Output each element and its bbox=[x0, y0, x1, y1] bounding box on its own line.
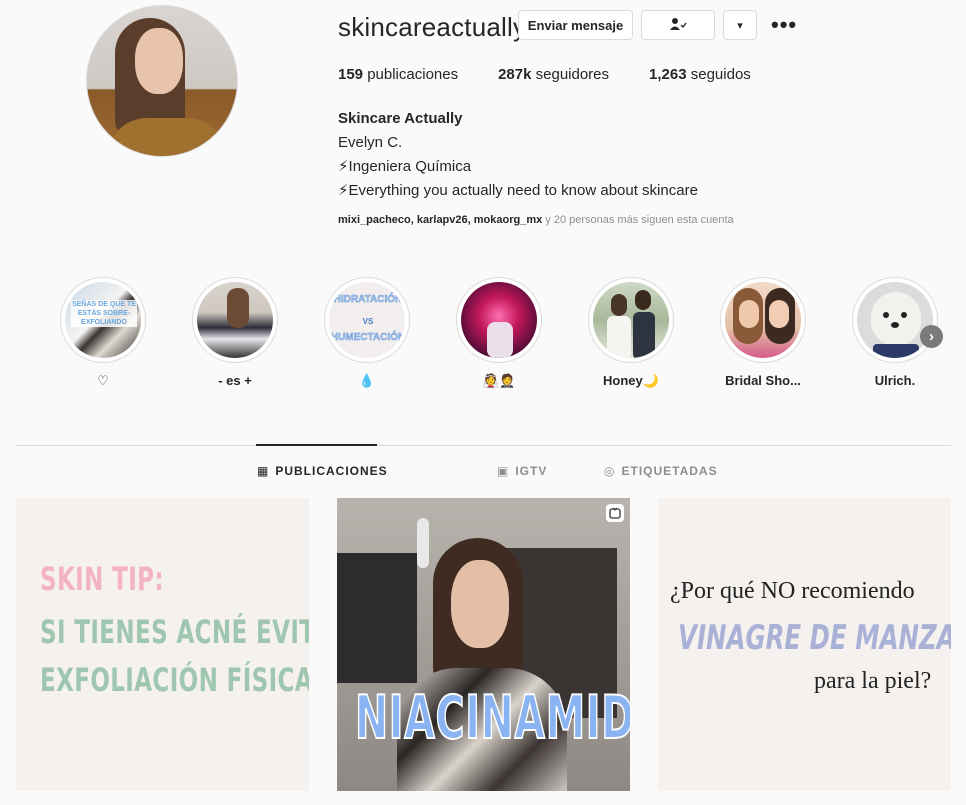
person-check-icon bbox=[669, 17, 687, 34]
chevron-right-icon: › bbox=[929, 328, 934, 345]
post-text: NIACINAMIDA bbox=[354, 682, 630, 754]
post-text: ¿Por qué NO recomiendo bbox=[670, 578, 915, 604]
followers-stat[interactable]: 287k seguidores bbox=[498, 66, 609, 83]
story-highlight[interactable]: 👰🤵 bbox=[456, 277, 542, 389]
chevron-down-icon: ▾ bbox=[737, 19, 743, 32]
story-highlight[interactable]: SEÑAS DE QUE TE ESTÁS SOBRE-EXFOLIANDO ♡ bbox=[60, 277, 146, 389]
story-label: 👰🤵 bbox=[482, 373, 516, 388]
story-label: ♡ bbox=[97, 373, 109, 388]
story-label: 💧 bbox=[358, 373, 376, 388]
story-highlight[interactable]: - es + bbox=[192, 277, 278, 388]
tab-posts[interactable]: ▦ PUBLICACIONES bbox=[257, 464, 388, 478]
story-label: - es + bbox=[218, 373, 252, 388]
tab-label: PUBLICACIONES bbox=[275, 464, 388, 478]
story-thumb-text: SEÑAS DE QUE TE ESTÁS SOBRE-EXFOLIANDO bbox=[71, 300, 137, 327]
following-stat[interactable]: 1,263 seguidos bbox=[649, 66, 751, 83]
bio-line: ⚡Ingeniera Química bbox=[338, 158, 472, 175]
story-label: Honey🌙 bbox=[603, 373, 659, 388]
more-options-icon[interactable]: ••• bbox=[771, 12, 797, 38]
tab-label: ETIQUETADAS bbox=[621, 464, 718, 478]
tab-igtv[interactable]: ▣ IGTV bbox=[497, 464, 547, 478]
tab-tagged[interactable]: ◎ ETIQUETADAS bbox=[604, 464, 718, 478]
story-highlight[interactable]: Bridal Sho... bbox=[720, 277, 806, 388]
post-text: EXFOLIACIÓN FÍSICA bbox=[40, 661, 309, 699]
profile-username: skincareactually bbox=[338, 12, 527, 42]
tab-label: IGTV bbox=[515, 464, 548, 478]
bio-line: ⚡Everything you actually need to know ab… bbox=[338, 182, 698, 199]
igtv-icon: ▣ bbox=[497, 464, 510, 478]
stories-next-button[interactable]: › bbox=[920, 325, 943, 348]
profile-avatar bbox=[86, 5, 238, 157]
story-highlight[interactable]: HIDRATACIÓN VS HUMECTACIÓN 💧 bbox=[324, 277, 410, 389]
post-thumbnail[interactable]: SKIN TIP: SI TIENES ACNÉ EVITA LA EXFOLI… bbox=[16, 498, 309, 791]
profile-stats: 159 publicaciones 287k seguidores 1,263 … bbox=[338, 66, 791, 83]
grid-icon: ▦ bbox=[257, 464, 270, 478]
story-thumb-text: VS bbox=[362, 317, 374, 326]
post-text: SKIN TIP: bbox=[40, 560, 164, 598]
posts-count-stat: 159 publicaciones bbox=[338, 66, 459, 83]
following-button[interactable] bbox=[641, 10, 715, 40]
story-highlight[interactable]: Honey🌙 bbox=[588, 277, 674, 389]
suggestions-dropdown-button[interactable]: ▾ bbox=[723, 10, 757, 40]
post-text: SI TIENES ACNÉ EVITA LA bbox=[40, 613, 309, 651]
profile-full-name: Skincare Actually bbox=[338, 110, 463, 127]
post-thumbnail[interactable]: ¿Por qué NO recomiendo VINAGRE DE MANZAN… bbox=[658, 498, 951, 791]
tabs-divider bbox=[16, 445, 951, 446]
bio-line: Evelyn C. bbox=[338, 134, 403, 151]
tagged-icon: ◎ bbox=[604, 464, 616, 478]
post-text: para la piel? bbox=[814, 668, 932, 694]
send-message-button[interactable]: Enviar mensaje bbox=[518, 10, 633, 40]
igtv-badge-icon bbox=[606, 504, 624, 522]
post-text: VINAGRE DE MANZANA bbox=[678, 618, 951, 658]
story-label: Bridal Sho... bbox=[725, 373, 801, 388]
profile-bio: Skincare Actually Evelyn C. ⚡Ingeniera Q… bbox=[338, 107, 698, 203]
post-thumbnail[interactable]: NIACINAMIDA bbox=[337, 498, 630, 791]
story-thumb-text: HIDRATACIÓN bbox=[333, 294, 403, 305]
followed-by[interactable]: mixi_pacheco, karlapv26, mokaorg_mx y 20… bbox=[338, 214, 734, 226]
active-tab-indicator bbox=[256, 444, 377, 446]
story-thumb-text: HUMECTACIÓN bbox=[330, 332, 405, 343]
story-label: Ulrich. bbox=[874, 373, 916, 388]
